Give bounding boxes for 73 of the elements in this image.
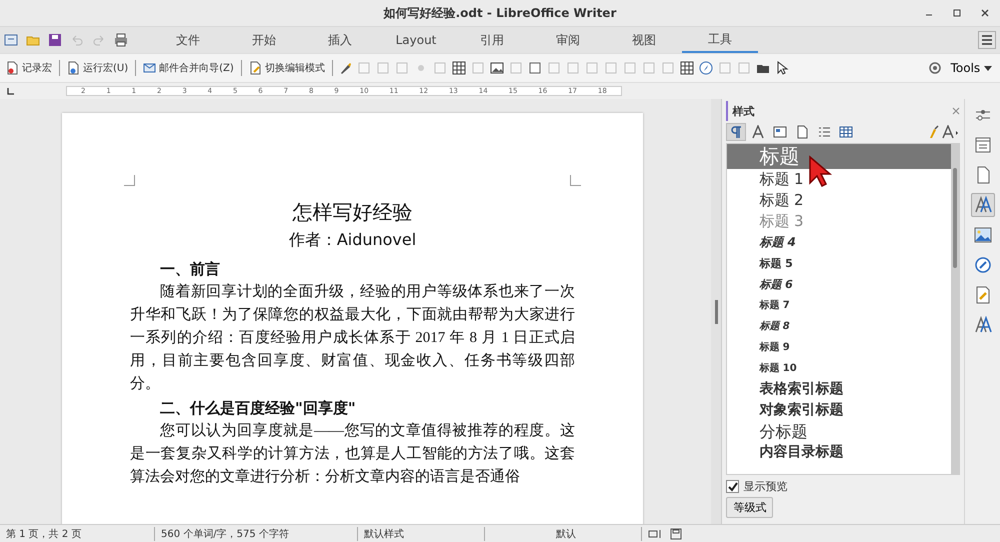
style-item[interactable]: 标题 7 xyxy=(727,295,952,316)
tab-stop-icon[interactable] xyxy=(6,86,16,96)
frame-icon xyxy=(773,125,788,139)
paragraph: 您可以认为回享度就是——您写的文章值得被推荐的程度。这是一套复杂又科学的计算方法，也算是人工智能的方法了哦。这套算法会对您的文章进行分析：分析文章内容的语言是否通俗 xyxy=(130,421,575,487)
document-author: 作者：Aidunovel xyxy=(288,229,418,251)
paragraph-styles-tab[interactable] xyxy=(726,123,746,141)
style-item[interactable]: 标题 xyxy=(727,144,952,169)
table-icon[interactable] xyxy=(452,61,466,75)
compass-icon[interactable] xyxy=(698,61,713,75)
style-item[interactable]: 标题 5 xyxy=(727,253,952,274)
pointer-icon[interactable] xyxy=(774,61,789,75)
style-item[interactable]: 标题 10 xyxy=(727,358,952,379)
panel-title: 样式 xyxy=(732,104,754,118)
menu-tab[interactable]: Layout xyxy=(378,27,454,53)
toolbar-button[interactable]: 运行宏(U) xyxy=(65,61,130,75)
letter-icon xyxy=(751,125,766,139)
page-icon xyxy=(795,125,810,139)
style-item[interactable]: 标题 6 xyxy=(727,274,952,295)
checkbox[interactable] xyxy=(726,480,740,493)
checkbox-label: 显示预览 xyxy=(743,479,788,494)
save-icon[interactable] xyxy=(48,33,62,47)
scrollbar[interactable] xyxy=(711,99,722,524)
cursor-icon xyxy=(808,155,834,187)
square-icon[interactable] xyxy=(528,61,542,75)
page-count: 第 1 页，共 2 页 xyxy=(6,526,155,540)
new-document-icon[interactable] xyxy=(4,33,18,47)
toolbar-button[interactable]: 记录宏 xyxy=(4,61,54,75)
language: 默认 xyxy=(491,526,642,540)
image-icon[interactable] xyxy=(490,61,504,75)
menu-tab[interactable]: 视图 xyxy=(606,27,682,53)
style-item[interactable]: 标题 2 xyxy=(727,190,952,211)
word-count: 560 个单词/字，575 个字符 xyxy=(161,526,358,540)
menu-tab[interactable]: 插入 xyxy=(302,27,378,53)
paragraph: 随着新回享计划的全面升级，经验的用户等级体系也来了一次升华和飞跃！为了保障您的权益最大化，下面就由帮帮为大家进行一系列的介绍：百度经验用户成长体系于 2017 年 8 月 1 日正式启用，目前主要包含回享度、财富值、现金收入、任务书等级四部分。 xyxy=(130,282,575,394)
macro-record-icon xyxy=(6,61,19,75)
page-style: 默认样式 xyxy=(364,526,485,540)
document-title: 怎样写好经验 xyxy=(292,199,414,226)
window-title: 如何写好经验.odt - LibreOffice Writer xyxy=(384,4,616,22)
edit-mode-icon xyxy=(248,61,262,75)
styles-icon[interactable] xyxy=(970,193,995,217)
toolbar-button[interactable]: 邮件合并向导(Z) xyxy=(141,61,236,75)
table-icon[interactable] xyxy=(680,61,694,75)
style-item[interactable]: 标题 4 xyxy=(727,232,952,253)
table-icon xyxy=(839,125,854,139)
section-heading: 一、前言 xyxy=(159,259,221,280)
style-item[interactable]: 分标题 xyxy=(727,421,952,442)
caret-icon xyxy=(984,66,992,72)
menu-tab[interactable]: 引用 xyxy=(454,27,530,53)
style-item[interactable]: 标题 1 xyxy=(727,169,952,190)
settings-icon[interactable] xyxy=(928,61,942,75)
list-icon xyxy=(817,125,832,139)
style-item[interactable]: 内容目录标题 xyxy=(727,442,952,463)
tools-dropdown[interactable]: Tools xyxy=(946,61,996,75)
macro-run-icon xyxy=(67,61,80,75)
maximize-icon[interactable] xyxy=(952,8,962,18)
filter-dropdown[interactable]: 等级式 xyxy=(726,497,774,518)
style-item[interactable]: 表格索引标题 xyxy=(727,379,952,400)
pilcrow-icon xyxy=(729,125,744,139)
save-status-icon[interactable] xyxy=(670,528,682,540)
toolbar-button[interactable]: 切换编辑模式 xyxy=(246,61,327,75)
style-item[interactable]: 标题 9 xyxy=(727,337,952,358)
menu-icon[interactable] xyxy=(978,31,996,49)
new-style-icon[interactable] xyxy=(942,125,960,139)
mail-merge-icon xyxy=(143,61,156,75)
close-icon[interactable] xyxy=(980,8,990,18)
menu-tab[interactable]: 审阅 xyxy=(530,27,606,53)
style-item[interactable]: 标题 8 xyxy=(727,316,952,337)
style-item[interactable]: 标题 3 xyxy=(727,211,952,232)
section-heading: 二、什么是百度经验"回享度" xyxy=(159,398,357,419)
style-item[interactable]: 对象索引标题 xyxy=(727,400,952,421)
menu-tab[interactable]: 文件 xyxy=(150,27,226,53)
print-icon[interactable] xyxy=(114,33,128,47)
menu-tab[interactable]: 开始 xyxy=(226,27,302,53)
